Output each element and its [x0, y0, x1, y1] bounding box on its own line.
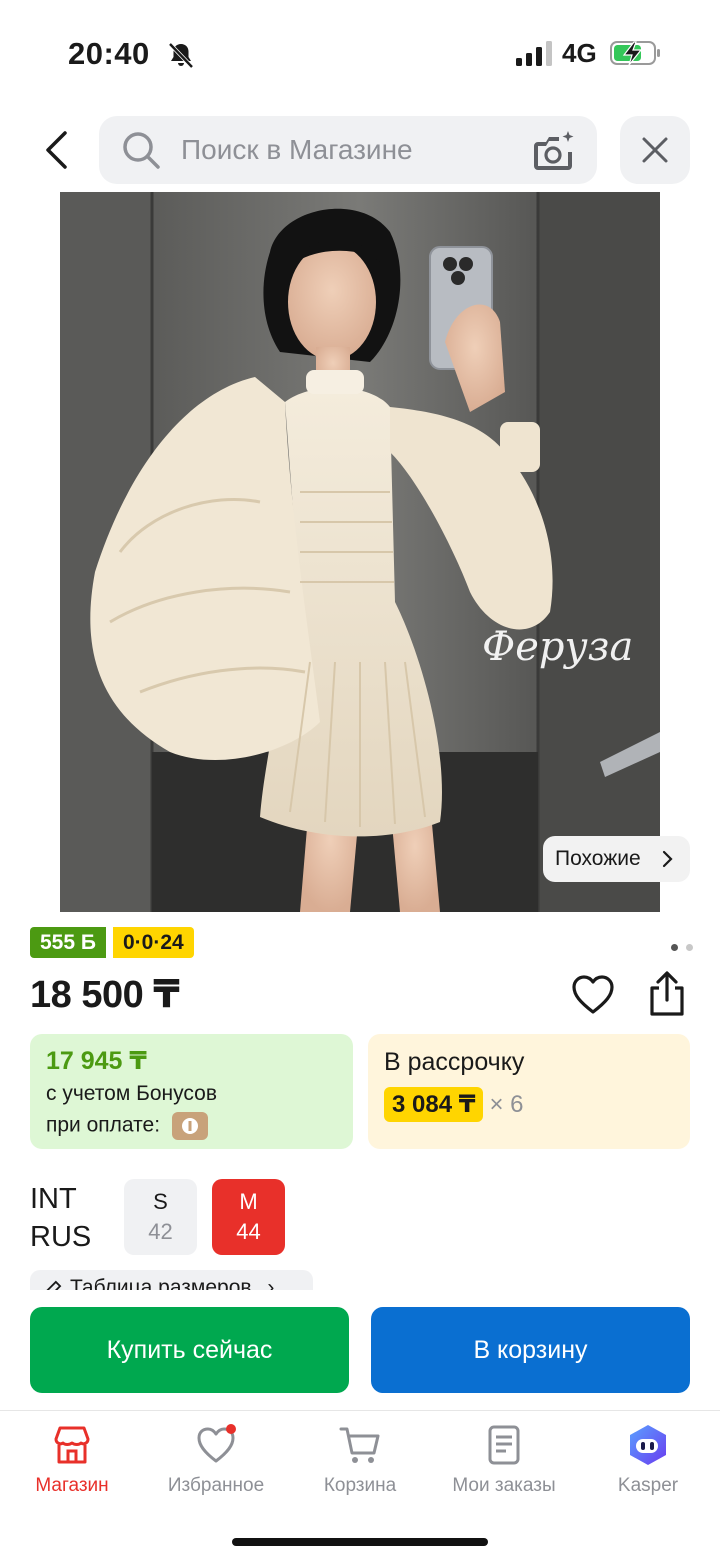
- size-system-labels: INT RUS: [30, 1180, 91, 1256]
- size-int: S: [153, 1189, 168, 1214]
- bonus-line-2-text: при оплате:: [46, 1113, 161, 1137]
- size-table-pill: Таблица размеров ›: [30, 1270, 313, 1290]
- gallery-dot-active: [671, 944, 678, 951]
- tab-store[interactable]: Магазин: [0, 1411, 144, 1511]
- tab-cart[interactable]: Корзина: [288, 1411, 432, 1511]
- favorite-heart-icon[interactable]: [570, 972, 616, 1018]
- status-time: 20:40: [68, 36, 150, 71]
- installment-card[interactable]: В рассрочку 3 084 ₸ × 6: [368, 1034, 690, 1149]
- product-photo: [60, 192, 660, 912]
- orders-icon: [488, 1425, 520, 1465]
- share-icon[interactable]: [644, 970, 690, 1018]
- size-rus: 42: [148, 1219, 173, 1244]
- network-type: 4G: [562, 38, 597, 68]
- tab-label: Магазин: [35, 1475, 109, 1496]
- size-table-button[interactable]: Таблица размеров ›: [30, 1270, 313, 1290]
- watermark: Феруза: [482, 624, 634, 670]
- chevron-right-icon: [662, 850, 673, 868]
- add-to-cart-button[interactable]: В корзину: [371, 1307, 690, 1393]
- installment-badge: 0·0·24: [113, 927, 194, 958]
- tab-label: Корзина: [323, 1475, 397, 1496]
- store-icon: [54, 1426, 90, 1464]
- tab-orders[interactable]: Мои заказы: [432, 1411, 576, 1511]
- tab-favorites[interactable]: Избранное: [144, 1411, 288, 1511]
- chevron-right-icon: ›: [267, 1276, 275, 1290]
- tab-label: Мои заказы: [452, 1475, 556, 1496]
- size-rus: 44: [236, 1219, 261, 1244]
- size-option-m[interactable]: M 44: [212, 1179, 285, 1255]
- search-box[interactable]: [99, 116, 597, 184]
- battery-charging-icon: [610, 41, 660, 66]
- status-bar: 20:40 4G: [0, 0, 720, 100]
- payment-method-icon: [171, 1112, 208, 1140]
- bell-off-icon: [168, 42, 194, 69]
- bonus-badge: 555 Б: [30, 927, 106, 958]
- kasper-assistant-icon: [630, 1425, 666, 1465]
- size-system-rus: RUS: [30, 1221, 92, 1253]
- tab-label: Избранное: [167, 1475, 265, 1496]
- similar-label: Похожие: [555, 847, 641, 870]
- close-button[interactable]: [620, 116, 690, 184]
- bonus-line-1: с учетом Бонусов: [46, 1082, 217, 1105]
- chevron-left-icon: [46, 131, 67, 169]
- size-option-s[interactable]: S 42: [124, 1179, 197, 1255]
- bonus-line-2: при оплате:: [46, 1112, 337, 1140]
- ruler-icon: [44, 1280, 62, 1290]
- product-image[interactable]: Феруза: [60, 192, 660, 912]
- tab-kasper[interactable]: Kasper: [576, 1411, 720, 1511]
- installment-row: 3 084 ₸ × 6: [384, 1087, 674, 1122]
- installment-multiplier: × 6: [489, 1090, 524, 1118]
- bonus-price-card[interactable]: 17 945 ₸ с учетом Бонусов при оплате:: [30, 1034, 353, 1149]
- gallery-dot: [686, 944, 694, 951]
- size-table-label: Таблица размеров: [70, 1276, 252, 1290]
- buy-now-button[interactable]: Купить сейчас: [30, 1307, 349, 1393]
- tab-label: Kasper: [617, 1475, 679, 1496]
- signal-icon: [516, 41, 552, 66]
- product-price: 18 500 ₸: [30, 974, 180, 1016]
- size-system-int: INT: [30, 1183, 77, 1215]
- heart-icon: [197, 1424, 236, 1463]
- home-indicator: [232, 1538, 488, 1546]
- search-input[interactable]: [181, 116, 511, 184]
- gallery-dots: [667, 938, 694, 956]
- cart-icon: [339, 1427, 380, 1463]
- installment-amount: 3 084 ₸: [384, 1087, 484, 1122]
- similar-button[interactable]: Похожие: [543, 836, 690, 882]
- search-icon: [123, 132, 160, 169]
- close-icon: [642, 137, 668, 163]
- back-button[interactable]: [28, 118, 84, 182]
- bonus-price: 17 945 ₸: [46, 1047, 147, 1075]
- size-int: M: [239, 1189, 258, 1214]
- camera-search-icon[interactable]: [533, 128, 577, 172]
- installment-title: В рассрочку: [384, 1048, 525, 1076]
